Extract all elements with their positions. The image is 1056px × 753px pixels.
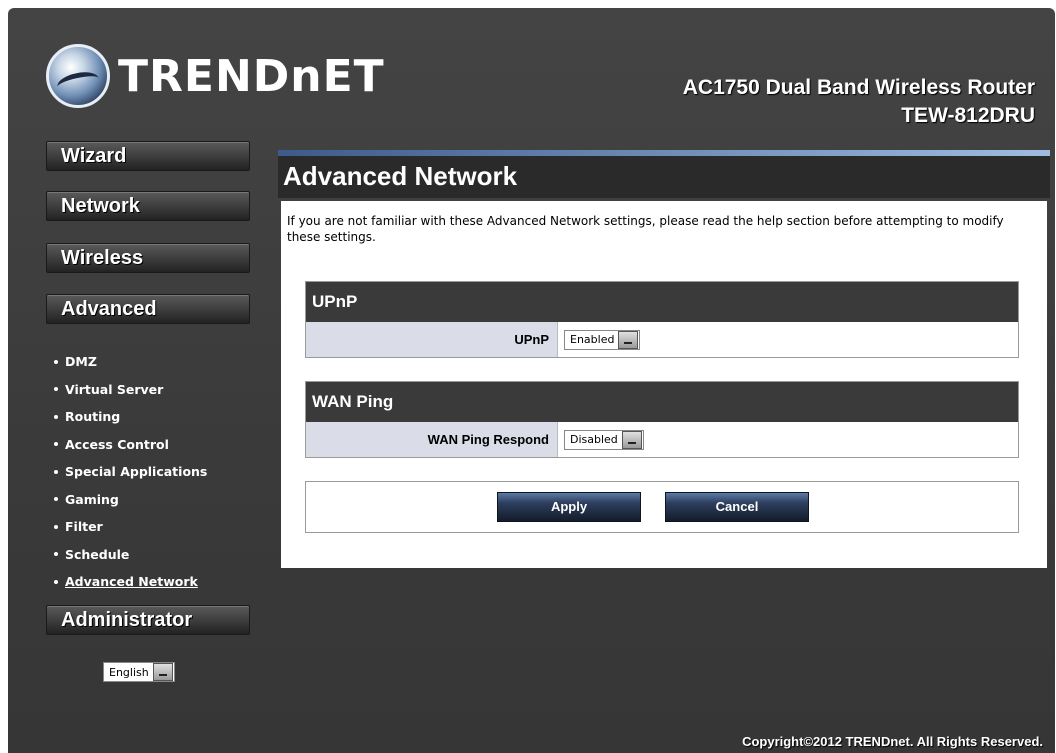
bullet-icon (54, 469, 58, 474)
submenu-dmz[interactable]: DMZ (50, 348, 207, 376)
nav-wireless[interactable]: Wireless (46, 243, 250, 273)
brand-logo: TRENDnET (46, 44, 385, 108)
nav-wizard[interactable]: Wizard (46, 141, 250, 171)
dropdown-arrow-icon[interactable] (152, 663, 173, 681)
submenu-gaming[interactable]: Gaming (50, 486, 207, 514)
dropdown-arrow-icon[interactable] (618, 330, 639, 349)
submenu-schedule[interactable]: Schedule (50, 541, 207, 569)
submenu-filter[interactable]: Filter (50, 513, 207, 541)
upnp-value: Enabled (570, 333, 615, 346)
language-value: English (109, 665, 149, 679)
upnp-section: UPnP UPnP Enabled (305, 281, 1019, 358)
page-title: Advanced Network (278, 156, 1050, 198)
submenu-routing[interactable]: Routing (50, 403, 207, 431)
page-frame: TRENDnET AC1750 Dual Band Wireless Route… (8, 8, 1055, 753)
wan-ping-field: Disabled (558, 422, 1018, 457)
bullet-icon (54, 579, 58, 584)
bullet-icon (54, 359, 58, 364)
product-title: AC1750 Dual Band Wireless Router (682, 76, 1035, 99)
wan-ping-section: WAN Ping WAN Ping Respond Disabled (305, 381, 1019, 458)
advanced-submenu: DMZ Virtual Server Routing Access Contro… (50, 348, 207, 596)
wan-ping-select[interactable]: Disabled (564, 429, 644, 450)
dropdown-arrow-icon[interactable] (621, 430, 642, 449)
logo-text: TRENDnET (118, 50, 385, 102)
wan-ping-row: WAN Ping Respond Disabled (306, 422, 1018, 457)
submenu-special-applications[interactable]: Special Applications (50, 458, 207, 486)
submenu-virtual-server[interactable]: Virtual Server (50, 376, 207, 404)
upnp-select[interactable]: Enabled (564, 329, 641, 350)
bullet-icon (54, 497, 58, 501)
cancel-button[interactable]: Cancel (665, 492, 809, 522)
nav-advanced[interactable]: Advanced (46, 294, 250, 324)
product-name: AC1750 Dual Band Wireless Router TEW-812… (683, 74, 1035, 130)
bullet-icon (54, 552, 58, 556)
wan-ping-value: Disabled (570, 433, 618, 446)
upnp-row: UPnP Enabled (306, 322, 1018, 357)
action-row: Apply Cancel (305, 481, 1019, 533)
bullet-icon (54, 414, 58, 419)
submenu-advanced-network[interactable]: Advanced Network (50, 568, 207, 596)
globe-logo-icon (46, 44, 110, 108)
submenu-access-control[interactable]: Access Control (50, 431, 207, 459)
upnp-label: UPnP (306, 322, 558, 357)
intro-text: If you are not familiar with these Advan… (287, 214, 1004, 244)
language-select[interactable]: English (103, 662, 175, 682)
apply-button[interactable]: Apply (497, 492, 641, 522)
wan-ping-section-title: WAN Ping (306, 382, 1018, 422)
content-panel: If you are not familiar with these Advan… (281, 201, 1047, 568)
bullet-icon (54, 524, 58, 529)
upnp-field: Enabled (558, 322, 1018, 357)
upnp-section-title: UPnP (306, 282, 1018, 322)
nav-network[interactable]: Network (46, 191, 250, 221)
bullet-icon (54, 442, 58, 446)
copyright-text: Copyright©2012 TRENDnet. All Rights Rese… (742, 734, 1043, 749)
bullet-icon (54, 387, 58, 391)
nav-administrator[interactable]: Administrator (46, 605, 250, 635)
product-model: TEW-812DRU (901, 104, 1035, 127)
wan-ping-label: WAN Ping Respond (306, 422, 558, 457)
